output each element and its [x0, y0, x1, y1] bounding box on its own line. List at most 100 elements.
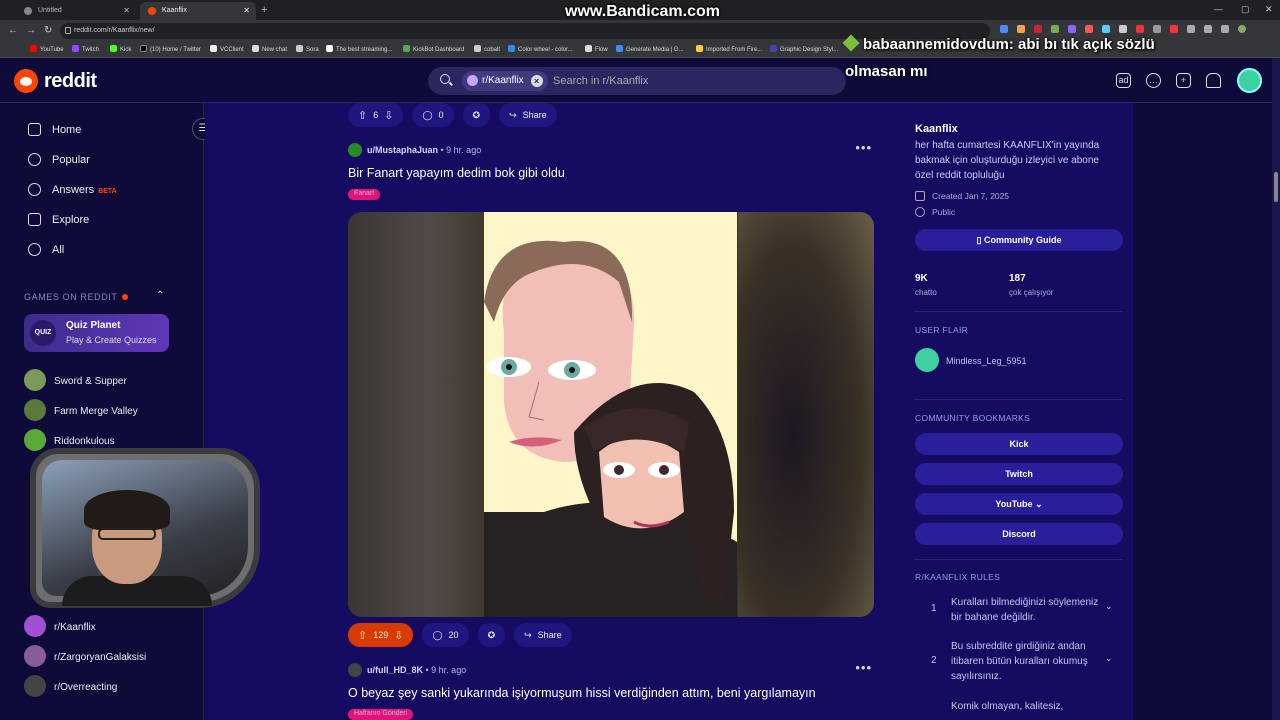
user-flair[interactable]: Mindless_Leg_5951: [915, 348, 1027, 372]
post-author[interactable]: u/MustaphaJuan • 9 hr. ago: [348, 143, 481, 157]
post-card[interactable]: u/full_HD_8K • 9 hr. ago ••• O beyaz şey…: [348, 660, 874, 720]
extension-icon[interactable]: [1017, 25, 1025, 33]
page-scrollbar[interactable]: [1272, 58, 1280, 720]
bookmark-twitter[interactable]: (10) Home / Twitter: [140, 45, 201, 53]
bookmark-kick[interactable]: Kick: [110, 45, 131, 53]
globe-icon: [24, 7, 32, 15]
subreddit-search-chip[interactable]: r/Kaanflix ×: [462, 71, 548, 91]
nav-home[interactable]: Home: [28, 123, 81, 136]
search-bar[interactable]: r/Kaanflix × Search in r/Kaanflix: [428, 67, 846, 95]
extension-icon[interactable]: [1204, 25, 1212, 33]
post-author[interactable]: u/full_HD_8K • 9 hr. ago: [348, 663, 466, 677]
bookmark-cobalt[interactable]: cobalt: [474, 45, 500, 53]
extension-icon[interactable]: [1000, 25, 1008, 33]
community-zargoryan[interactable]: r/ZargoryanGalaksisi: [24, 645, 146, 667]
bookmark-twitch[interactable]: Twitch: [72, 45, 99, 53]
extension-icon[interactable]: [1221, 25, 1229, 33]
create-post-icon[interactable]: +: [1176, 73, 1191, 88]
community-guide-button[interactable]: ▯ Community Guide: [915, 229, 1123, 251]
chat-icon[interactable]: …: [1146, 73, 1161, 88]
visibility: Public: [915, 207, 955, 217]
extension-icon[interactable]: [1119, 25, 1127, 33]
games-section-header[interactable]: GAMES ON REDDIT: [24, 292, 128, 302]
home-icon: [28, 123, 41, 136]
extension-icon[interactable]: [1051, 25, 1059, 33]
post-title[interactable]: Bir Fanart yapayım dedim bok gibi oldu: [348, 166, 565, 180]
bookmark-imported[interactable]: Imported From Fire...: [696, 45, 762, 53]
close-window-button[interactable]: ✕: [1265, 4, 1273, 15]
award-button[interactable]: ✪: [477, 623, 506, 647]
tab-kaanflix[interactable]: Kaanflix ✕: [140, 2, 256, 20]
author-avatar: [348, 143, 362, 157]
chevron-down-icon[interactable]: ⌄: [1105, 653, 1113, 664]
nav-popular[interactable]: Popular: [28, 153, 90, 166]
bookmark-vcclient[interactable]: VCClient: [210, 45, 244, 53]
reddit-wordmark[interactable]: reddit: [44, 70, 97, 93]
nav-answers[interactable]: Answers BETA: [28, 183, 117, 196]
quiz-planet-card[interactable]: QUIZ Quiz Planet Play & Create Quizzes: [24, 314, 169, 352]
notifications-icon[interactable]: [1206, 73, 1221, 88]
nav-explore[interactable]: Explore: [28, 213, 89, 226]
bookmark-youtube-button[interactable]: YouTube ⌄: [915, 493, 1123, 515]
extension-icon[interactable]: [1034, 25, 1042, 33]
back-icon[interactable]: ←: [8, 25, 18, 36]
extension-icon[interactable]: [1102, 25, 1110, 33]
more-options-icon[interactable]: •••: [855, 660, 872, 675]
post-title[interactable]: O beyaz şey sanki yukarında işiyormuşum …: [348, 686, 816, 700]
upvote-icon[interactable]: ⇧: [358, 629, 367, 642]
downvote-icon[interactable]: ⇩: [394, 629, 403, 642]
community-overreacting[interactable]: r/Overreacting: [24, 675, 117, 697]
clear-chip-icon[interactable]: ×: [530, 75, 543, 87]
post-flair[interactable]: Haftanın Gönderi: [348, 709, 414, 720]
nav-all[interactable]: All: [28, 243, 64, 256]
maximize-button[interactable]: ▢: [1241, 4, 1250, 15]
chevron-up-icon[interactable]: ⌃: [156, 290, 165, 301]
extension-icon[interactable]: [1136, 25, 1144, 33]
post-flair[interactable]: Fanart: [348, 189, 381, 200]
bookmark-sora[interactable]: Sora: [296, 45, 319, 53]
bookmark-newchat[interactable]: New chat: [252, 45, 287, 53]
community-kaanflix[interactable]: r/Kaanflix: [24, 615, 96, 637]
reddit-logo-icon[interactable]: [14, 69, 38, 93]
post-card[interactable]: u/MustaphaJuan • 9 hr. ago ••• Bir Fanar…: [348, 103, 874, 663]
bookmark-graphicdesign[interactable]: Graphic Design Styl...: [770, 45, 838, 53]
search-placeholder[interactable]: Search in r/Kaanflix: [553, 75, 648, 87]
game-farm-merge[interactable]: Farm Merge Valley: [24, 399, 138, 421]
bookmark-youtube[interactable]: YouTube: [30, 45, 64, 53]
bookmark-flow[interactable]: Flow: [585, 45, 608, 53]
bookmark-colorwheel[interactable]: Color wheel - color...: [508, 45, 573, 53]
close-icon[interactable]: ✕: [123, 6, 130, 15]
share-label: Share: [537, 630, 562, 640]
bookmark-discord-button[interactable]: Discord: [915, 523, 1123, 545]
bookmark-kick-button[interactable]: Kick: [915, 433, 1123, 455]
extension-icon[interactable]: [1153, 25, 1161, 33]
chevron-down-icon[interactable]: ⌄: [1105, 601, 1113, 612]
new-tab-button[interactable]: +: [261, 4, 267, 16]
share-button[interactable]: ↪ Share: [514, 623, 572, 647]
post-image[interactable]: [348, 212, 874, 617]
comments-button[interactable]: ◯ 20: [422, 623, 469, 647]
search-icon: [440, 74, 450, 84]
bookmark-kickbot[interactable]: KickBot Dashboard: [403, 45, 464, 53]
extension-icon[interactable]: [1187, 25, 1195, 33]
minimize-button[interactable]: —: [1214, 4, 1223, 14]
bookmark-streaming[interactable]: The best streaming...: [326, 45, 392, 53]
author-name: u/full_HD_8K: [367, 665, 424, 675]
more-options-icon[interactable]: •••: [855, 140, 872, 155]
bookmark-generatemedia[interactable]: Generate Media | G...: [616, 45, 684, 53]
extension-icon[interactable]: [1170, 25, 1178, 33]
bookmark-twitch-button[interactable]: Twitch: [915, 463, 1123, 485]
advertise-icon[interactable]: ad: [1116, 73, 1131, 88]
close-icon[interactable]: ✕: [243, 6, 250, 15]
extension-icon[interactable]: [1068, 25, 1076, 33]
scrollbar-thumb[interactable]: [1274, 172, 1278, 202]
forward-icon[interactable]: →: [26, 25, 36, 36]
post-time: 9 hr. ago: [446, 145, 482, 155]
game-sword-supper[interactable]: Sword & Supper: [24, 369, 127, 391]
user-avatar[interactable]: [1237, 68, 1262, 93]
profile-icon[interactable]: [1238, 25, 1246, 33]
extension-icon[interactable]: [1085, 25, 1093, 33]
reload-icon[interactable]: ↻: [44, 25, 52, 36]
tab-untitled[interactable]: Untitled ✕: [16, 2, 136, 20]
flair-text: Mindless_Leg_5951: [946, 356, 1027, 366]
